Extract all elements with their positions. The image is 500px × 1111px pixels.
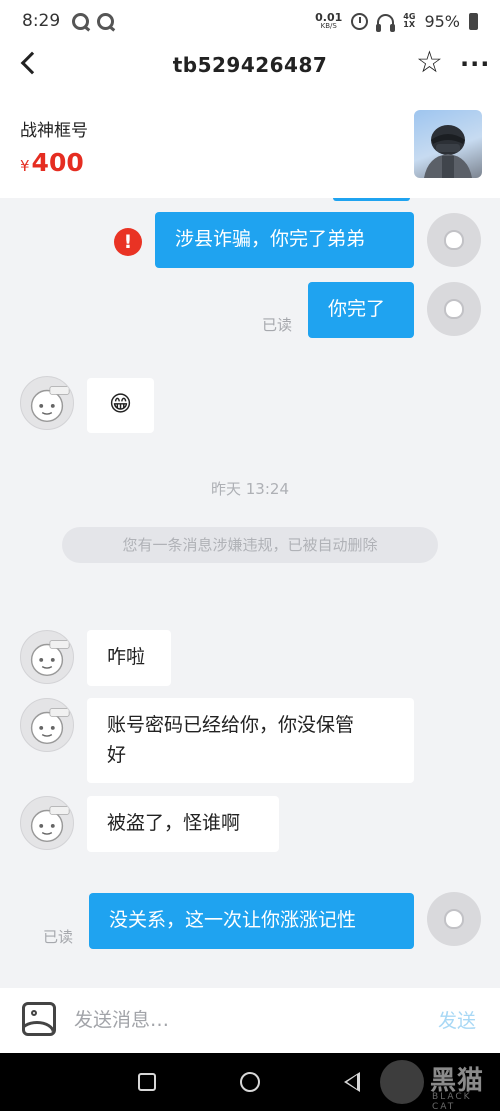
product-name: 战神框号 [20, 121, 88, 141]
message-bubble-outgoing[interactable]: 你完了 [308, 282, 414, 338]
previous-bubble-edge [333, 198, 410, 201]
shield-icon [444, 909, 464, 929]
image-icon[interactable] [22, 1002, 56, 1036]
recent-apps-icon[interactable] [138, 1073, 156, 1091]
battery-percent: 95% [424, 11, 460, 31]
watermark-subtitle: BLACK CAT [432, 1092, 472, 1111]
image-icon-hill [25, 1021, 53, 1033]
qq-notification-icon [97, 12, 115, 30]
message-bubble-outgoing[interactable]: 没关系，这一次让你涨涨记性 [89, 893, 414, 949]
read-status: 已读 [43, 928, 74, 946]
my-avatar[interactable] [427, 892, 481, 946]
status-right: 0.01 KB/S 4G 1X 95% [315, 11, 478, 32]
status-left: 8:29 [22, 11, 115, 31]
network-speed: 0.01 KB/S [315, 12, 342, 30]
game-character-image [424, 125, 472, 178]
qq-notification-icon [72, 12, 90, 30]
cartoon-face-icon [30, 386, 70, 423]
product-thumbnail[interactable] [414, 110, 482, 178]
status-bar: 8:29 0.01 KB/S 4G 1X 95% [0, 0, 500, 42]
alarm-icon [351, 12, 369, 30]
message-input-bar: 发送 [0, 988, 500, 1053]
seller-avatar[interactable] [20, 698, 74, 752]
cartoon-face-icon [30, 708, 70, 745]
back-triangle-icon[interactable] [344, 1072, 360, 1092]
message-input[interactable] [74, 1002, 414, 1038]
status-time: 8:29 [22, 11, 61, 31]
send-failed-icon[interactable]: ! [114, 228, 142, 256]
send-button[interactable]: 发送 [438, 1006, 476, 1033]
message-bubble-incoming[interactable]: 咋啦 [87, 630, 171, 686]
message-bubble-incoming[interactable]: 被盗了，怪谁啊 [87, 796, 279, 852]
time-separator: 昨天 13:24 [211, 480, 289, 498]
image-icon-sun [31, 1010, 37, 1016]
black-cat-logo-icon [380, 1060, 424, 1104]
network-type: 4G 1X [403, 13, 415, 29]
message-line: 账号密码已经给你，你没保管 [107, 714, 355, 736]
home-icon[interactable] [240, 1072, 260, 1092]
product-price: ¥ 400 [20, 148, 84, 177]
cartoon-face-icon [30, 806, 70, 843]
seller-avatar[interactable] [20, 796, 74, 850]
star-icon[interactable]: ☆ [416, 48, 443, 78]
network-type-bottom: 1X [403, 20, 416, 29]
seller-avatar[interactable] [20, 376, 74, 430]
headset-icon [376, 13, 396, 32]
message-bubble-incoming[interactable]: 账号密码已经给你，你没保管 好 [87, 698, 414, 783]
my-avatar[interactable] [427, 282, 481, 336]
more-options-icon[interactable]: ··· [460, 52, 490, 76]
message-bubble-outgoing[interactable]: 涉县诈骗，你完了弟弟 [155, 212, 414, 268]
cartoon-face-icon [30, 640, 70, 677]
shield-icon [444, 299, 464, 319]
price-amount: 400 [31, 148, 84, 177]
battery-icon [469, 12, 478, 30]
currency-symbol: ¥ [20, 157, 30, 175]
message-line: 好 [107, 744, 127, 766]
chat-header: tb529426487 ☆ ··· [0, 42, 500, 88]
product-card[interactable]: 战神框号 ¥ 400 [0, 88, 500, 198]
system-notice: 您有一条消息涉嫌违规，已被自动删除 [62, 527, 438, 563]
read-status: 已读 [262, 316, 293, 334]
network-speed-unit: KB/S [320, 22, 337, 30]
shield-icon [444, 230, 464, 250]
chat-messages[interactable]: ! 涉县诈骗，你完了弟弟 已读 你完了 😁 昨天 13:24 您有一条消息涉嫌违… [0, 198, 500, 988]
seller-avatar[interactable] [20, 630, 74, 684]
my-avatar[interactable] [427, 213, 481, 267]
message-bubble-incoming[interactable]: 😁 [87, 378, 154, 433]
watermark: 黑猫 BLACK CAT [376, 1056, 496, 1111]
